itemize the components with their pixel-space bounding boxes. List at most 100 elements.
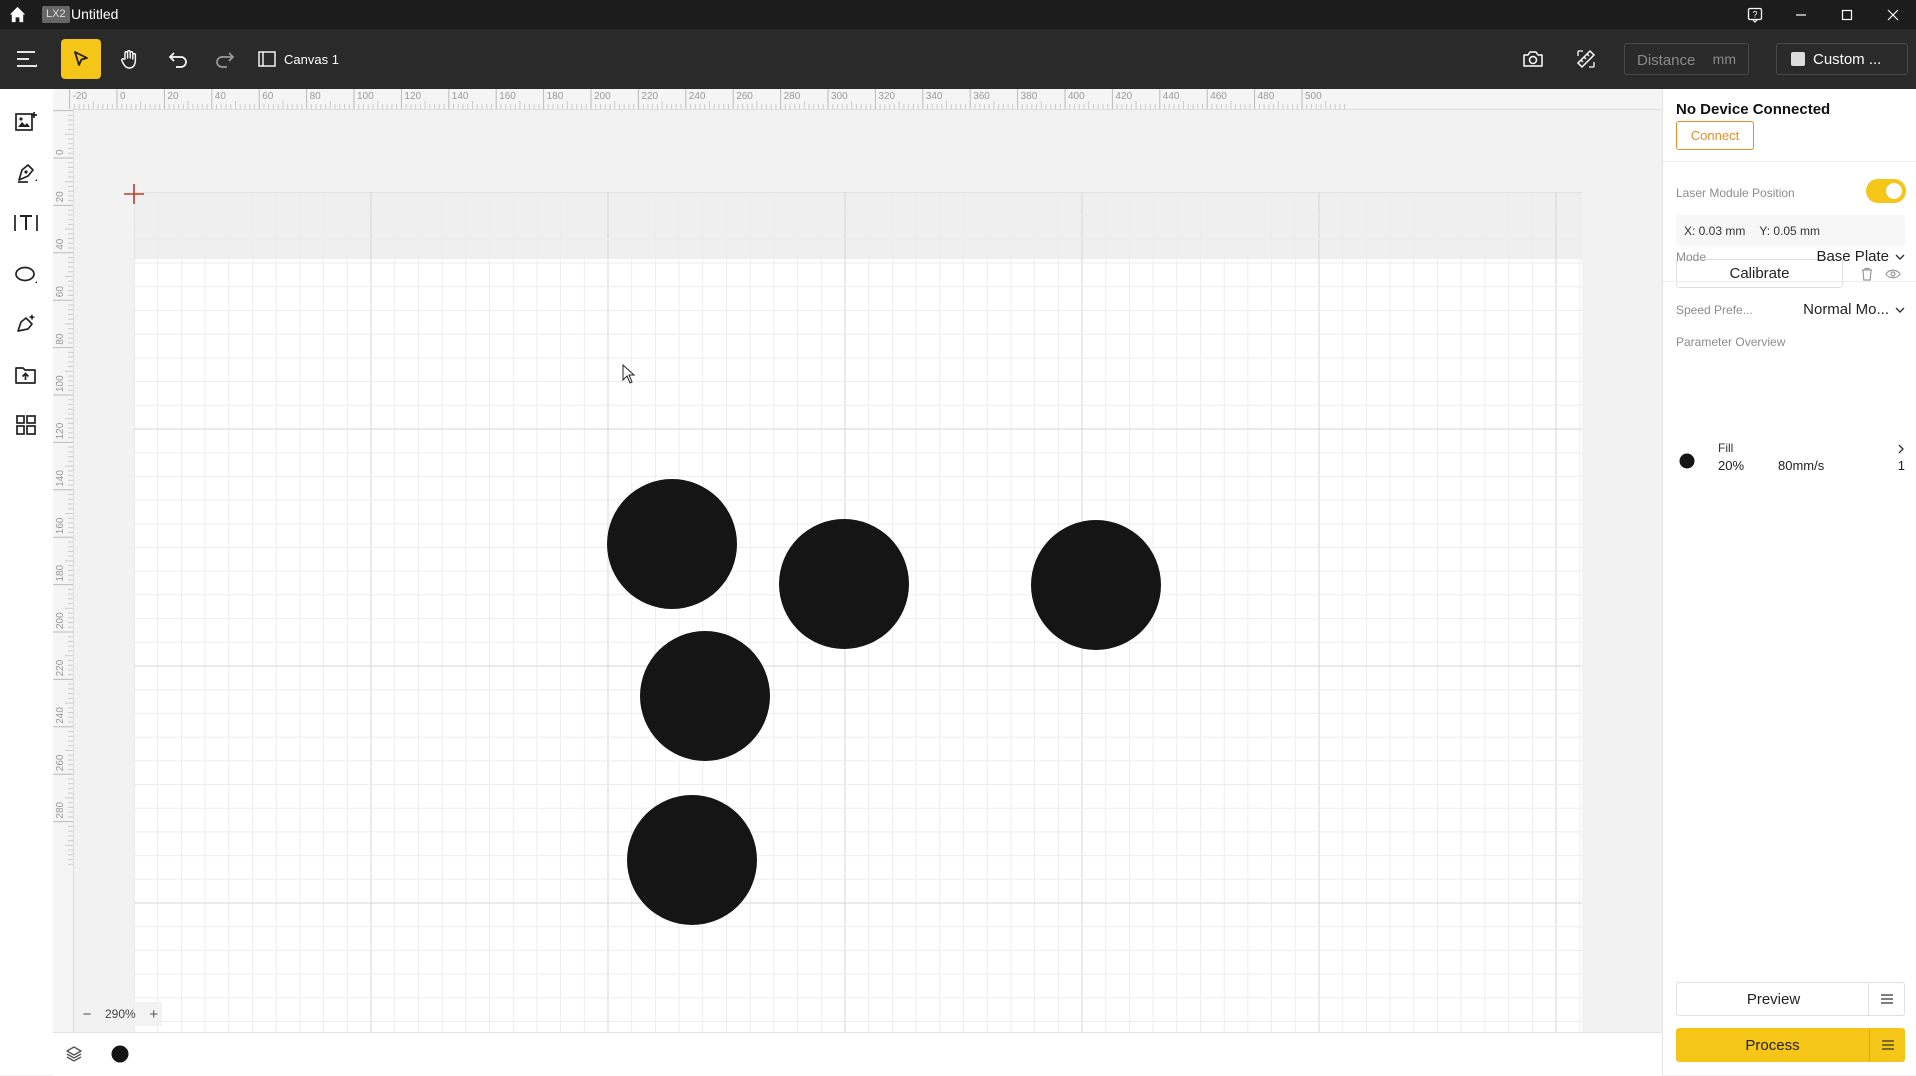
circle-shape[interactable] <box>640 631 770 761</box>
distance-input[interactable] <box>1635 50 1719 70</box>
ruler-label: 220 <box>641 91 658 102</box>
laser-position-toggle[interactable] <box>1866 179 1906 203</box>
circle-shape[interactable] <box>779 519 909 649</box>
parameter-overview-label: Parameter Overview <box>1676 335 1786 349</box>
hand-icon <box>121 50 137 69</box>
ruler-label: 320 <box>878 91 895 102</box>
ruler-label: -20 <box>73 91 88 102</box>
speed-value: Normal Mo... <box>1803 301 1889 318</box>
ruler-label: 200 <box>55 612 66 629</box>
ruler-label: 0 <box>55 149 66 155</box>
trash-icon[interactable] <box>1860 267 1874 281</box>
chevron-down-icon <box>1895 254 1905 260</box>
ruler-label: 300 <box>831 91 848 102</box>
vertical-ruler[interactable]: -200204060801001201401601802002202402602… <box>53 109 74 1032</box>
eye-icon[interactable] <box>1885 268 1901 280</box>
hamburger-menu-icon <box>17 51 37 67</box>
close-button[interactable] <box>1870 0 1916 29</box>
canvas-tab-label: Canvas 1 <box>284 51 339 67</box>
preview-menu-button[interactable] <box>1868 983 1904 1015</box>
menu-lines-icon <box>1881 1040 1894 1050</box>
folder-import-icon <box>15 367 36 384</box>
ruler-label: 120 <box>55 422 66 439</box>
parameter-row[interactable]: Fill 20% 80mm/s 1 <box>1676 441 1905 485</box>
shapes-layer <box>607 479 1161 925</box>
title-bar: LX2 Untitled ? <box>0 0 1916 29</box>
help-icon: ? <box>1747 7 1763 23</box>
magic-tool[interactable] <box>10 308 42 340</box>
ruler-label: 380 <box>1021 91 1038 102</box>
laser-position-label: Laser Module Position <box>1676 186 1795 200</box>
text-tool[interactable] <box>10 207 42 239</box>
preview-control: Preview <box>1676 982 1905 1016</box>
layer-color-swatch[interactable] <box>111 1045 129 1063</box>
speed-dropdown[interactable]: Normal Mo... <box>1803 301 1905 318</box>
horizontal-ruler-ticks: -20 0 20 40 60 80 100 120 140 160 180 200 220 240 260 2… <box>69 89 1346 109</box>
minimize-icon <box>1796 13 1806 16</box>
param-type: Fill <box>1718 441 1734 455</box>
ruler-label: 180 <box>55 564 66 581</box>
ruler-label: 100 <box>55 375 66 392</box>
circle-shape[interactable] <box>627 795 757 925</box>
zoom-control: − 290% + <box>79 1002 162 1026</box>
material-selector[interactable]: Custom ... <box>1776 43 1908 75</box>
mode-dropdown[interactable]: Base Plate <box>1816 248 1905 265</box>
ruler-label: 0 <box>120 91 126 102</box>
design-canvas[interactable] <box>74 110 1662 1032</box>
preview-button[interactable]: Preview <box>1677 983 1870 1015</box>
ruler-label: 80 <box>55 333 66 345</box>
add-image-tool[interactable] <box>10 106 42 138</box>
distance-field[interactable]: mm <box>1624 43 1749 75</box>
zoom-in-button[interactable]: + <box>146 1006 162 1023</box>
menu-button[interactable] <box>6 39 46 79</box>
canvas-tab[interactable]: Canvas 1 <box>258 47 339 71</box>
zoom-level[interactable]: 290% <box>105 1007 136 1021</box>
measure-button[interactable] <box>1566 39 1606 79</box>
ruler-label: 100 <box>357 91 374 102</box>
ruler-label: 20 <box>55 191 66 203</box>
laser-coordinates: X: 0.03 mm Y: 0.05 mm <box>1676 215 1905 246</box>
ruler-label: 260 <box>55 754 66 771</box>
right-panel: No Device Connected Connect Laser Module… <box>1662 89 1916 1075</box>
speed-preference-label: Speed Prefe... <box>1676 303 1753 317</box>
magic-pen-icon <box>17 314 36 332</box>
text-icon <box>14 215 38 231</box>
ruler-label: 240 <box>55 707 66 724</box>
ruler-pencil-icon <box>1576 49 1596 69</box>
divider <box>1663 161 1916 162</box>
camera-button[interactable] <box>1513 39 1553 79</box>
circle-shape[interactable] <box>1031 520 1161 650</box>
shape-tool[interactable] <box>10 258 42 290</box>
pan-tool-button[interactable] <box>109 39 149 79</box>
ellipse-icon <box>15 266 37 283</box>
process-button[interactable]: Process <box>1676 1028 1869 1062</box>
connect-button[interactable]: Connect <box>1676 121 1754 150</box>
chevron-down-icon <box>1895 307 1905 313</box>
library-tool[interactable] <box>10 409 42 441</box>
pen-tool[interactable] <box>10 157 42 189</box>
ruler-label: 440 <box>1163 91 1180 102</box>
ruler-label: 260 <box>736 91 753 102</box>
ruler-label: 140 <box>452 91 469 102</box>
minimize-button[interactable] <box>1778 0 1824 29</box>
zoom-out-button[interactable]: − <box>79 1006 95 1023</box>
undo-button[interactable] <box>158 39 198 79</box>
process-control: Process <box>1676 1028 1905 1062</box>
param-passes: 1 <box>1897 458 1905 473</box>
home-icon[interactable] <box>8 5 27 24</box>
circle-shape[interactable] <box>607 479 737 609</box>
layers-icon[interactable] <box>65 1045 83 1063</box>
project-title[interactable]: Untitled <box>71 6 118 23</box>
horizontal-ruler[interactable]: -20 0 20 40 60 80 100 120 140 160 180 200 220 240 260 2… <box>53 89 1662 110</box>
import-tool[interactable] <box>10 359 42 391</box>
svg-text:?: ? <box>1752 9 1757 19</box>
select-tool-button[interactable] <box>61 39 101 79</box>
redo-button[interactable] <box>205 39 245 79</box>
ruler-label: 280 <box>55 801 66 818</box>
ruler-label: 40 <box>215 91 227 102</box>
ruler-label: 180 <box>547 91 564 102</box>
process-menu-button[interactable] <box>1869 1028 1905 1062</box>
maximize-button[interactable] <box>1824 0 1870 29</box>
help-button[interactable]: ? <box>1732 0 1778 29</box>
ruler-label: 120 <box>404 91 421 102</box>
